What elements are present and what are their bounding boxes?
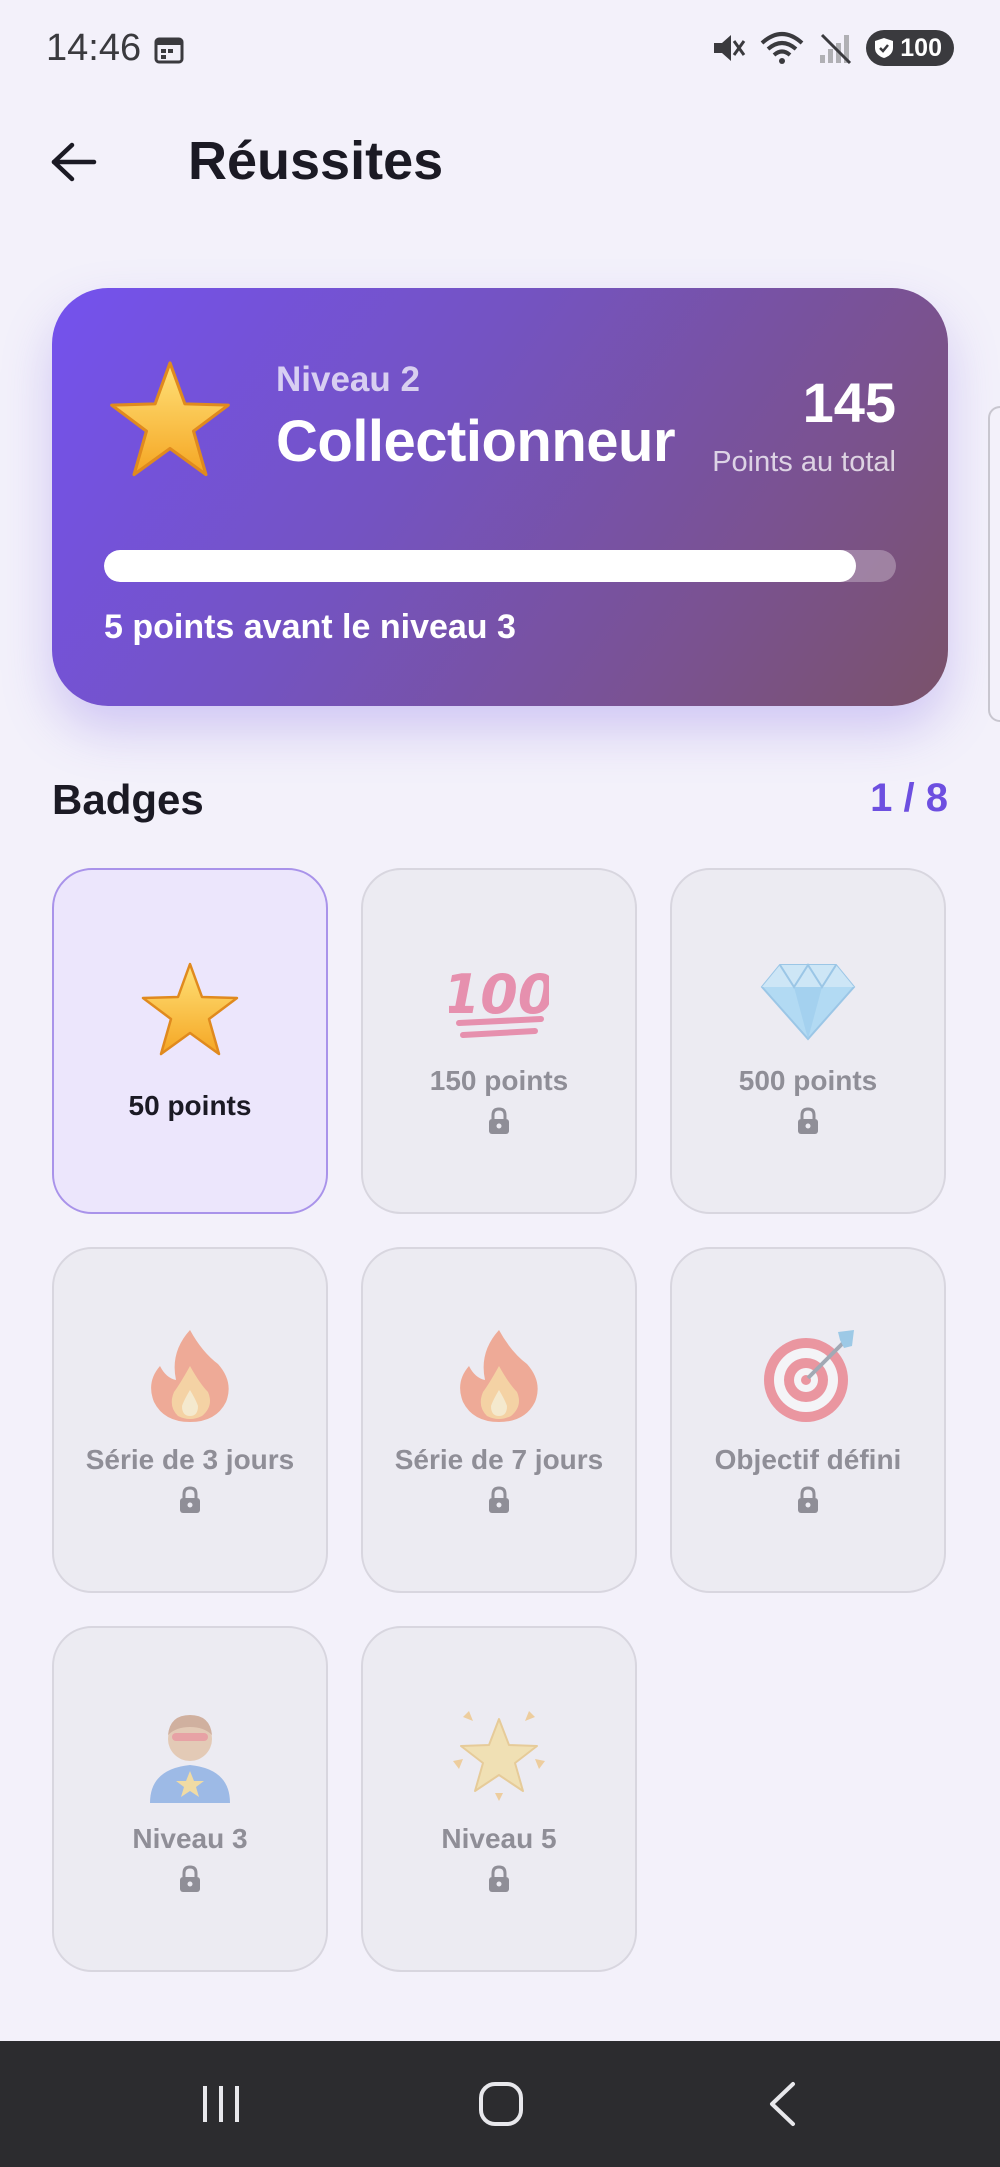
badge-label: Niveau 5: [441, 1823, 557, 1854]
badge-label: 500 points: [738, 1065, 878, 1096]
badge-label: Niveau 3: [132, 1823, 248, 1854]
badge-label: Objectif défini: [714, 1444, 902, 1475]
superhero-icon: [140, 1705, 240, 1805]
progress-text: 5 points avant le niveau 3: [104, 608, 516, 646]
lock-icon: [489, 1486, 509, 1513]
no-signal-icon: [820, 33, 852, 65]
wifi-icon: [760, 32, 804, 64]
badge-label: Série de 3 jours: [85, 1444, 295, 1475]
badges-count: 1 / 8: [870, 776, 948, 820]
badges-title: Badges: [52, 776, 204, 823]
system-navigation-bar: [0, 2041, 1000, 2167]
recents-icon: [203, 2086, 239, 2122]
badge-grid: 50 points 100 150 points 500 poin: [52, 868, 948, 1972]
app-bar: Réussites: [0, 110, 1000, 220]
badge-card-goal-set[interactable]: Objectif défini: [670, 1247, 946, 1593]
badge-label: 50 points: [128, 1090, 252, 1121]
star-icon: [140, 960, 240, 1060]
back-button[interactable]: [44, 132, 104, 192]
calendar-notification-icon: [154, 37, 184, 64]
badge-card-streak-7-days[interactable]: Série de 7 jours: [361, 1247, 637, 1593]
level-name: Collectionneur: [276, 409, 676, 474]
lock-icon: [180, 1486, 200, 1513]
badge-card-streak-3-days[interactable]: Série de 3 jours: [52, 1247, 328, 1593]
star-icon: [110, 361, 230, 477]
badge-card-level-3[interactable]: Niveau 3: [52, 1626, 328, 1972]
mute-icon: [714, 35, 746, 61]
target-icon: [758, 1326, 858, 1426]
badge-label: 150 points: [429, 1065, 569, 1096]
lock-icon: [180, 1865, 200, 1892]
shield-icon: [875, 38, 894, 58]
total-points-value: 145: [802, 371, 896, 434]
arrow-left-icon: [51, 142, 97, 182]
fire-icon: [449, 1326, 549, 1426]
gem-icon: [758, 947, 858, 1047]
level-progress-bar: [104, 550, 896, 582]
sparkle-star-icon: [449, 1705, 549, 1805]
badge-card-150-points[interactable]: 100 150 points: [361, 868, 637, 1214]
hundred-points-icon: 100: [449, 947, 549, 1047]
level-label: Niveau 2: [276, 360, 420, 399]
battery-indicator: 100: [866, 30, 954, 66]
status-bar: 14:46 100: [0, 0, 1000, 100]
badge-card-level-5[interactable]: Niveau 5: [361, 1626, 637, 1972]
edge-panel-handle[interactable]: [988, 406, 1000, 722]
badge-card-50-points[interactable]: 50 points: [52, 868, 328, 1214]
recent-apps-button[interactable]: [181, 2071, 261, 2137]
lock-icon: [489, 1865, 509, 1892]
home-button[interactable]: [461, 2071, 541, 2137]
lock-icon: [798, 1486, 818, 1513]
home-icon: [479, 2082, 523, 2126]
lock-icon: [798, 1107, 818, 1134]
status-time: 14:46: [46, 27, 142, 69]
badge-label: Série de 7 jours: [394, 1444, 604, 1475]
badge-card-500-points[interactable]: 500 points: [670, 868, 946, 1214]
lock-icon: [489, 1107, 509, 1134]
fire-icon: [140, 1326, 240, 1426]
level-progress-fill: [104, 550, 857, 582]
status-icons: 100: [710, 30, 954, 66]
total-points-caption: Points au total: [712, 446, 896, 478]
chevron-left-icon: [770, 2082, 795, 2126]
battery-level: 100: [900, 33, 942, 62]
back-nav-button[interactable]: [742, 2071, 822, 2137]
page-title: Réussites: [188, 131, 444, 191]
level-card: Niveau 2 Collectionneur 145 Points au to…: [52, 288, 948, 706]
